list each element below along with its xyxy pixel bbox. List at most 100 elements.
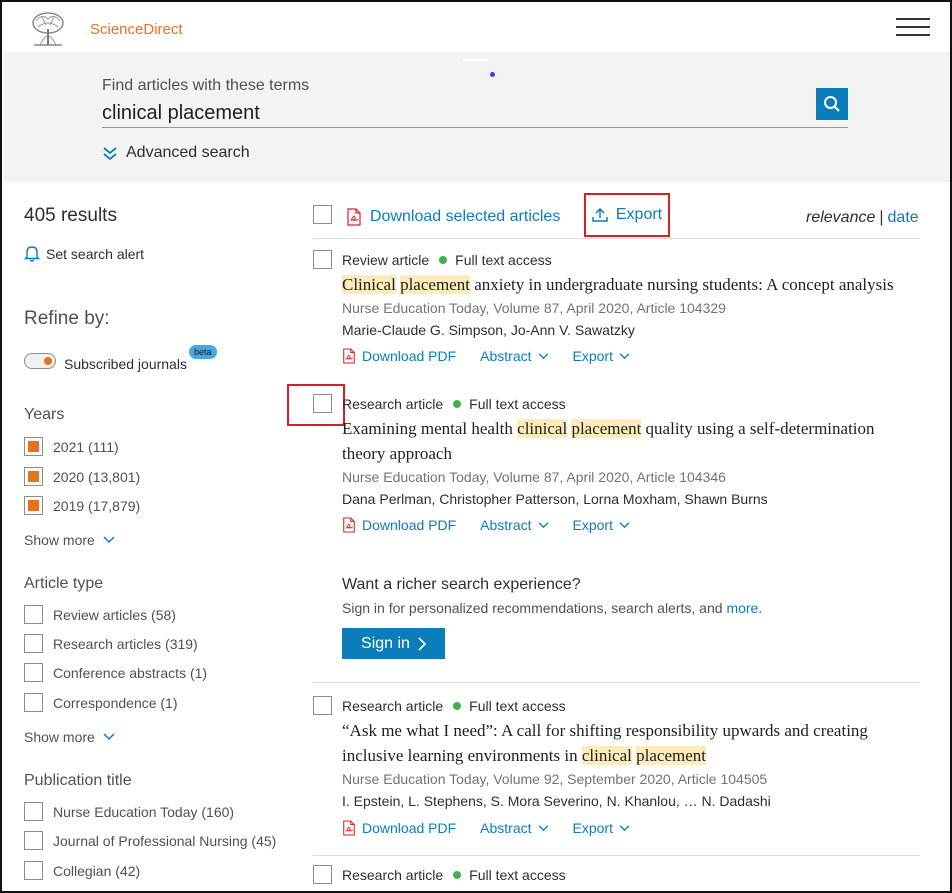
title-text: Examining mental health	[342, 419, 518, 438]
access-dot-icon	[453, 871, 462, 879]
year-filter-label: 2019 (17,879)	[53, 497, 141, 514]
article-type-filter-review[interactable]: Review articles (58)	[24, 605, 176, 624]
publication-label: Journal of Professional Nursing (45)	[53, 832, 277, 849]
year-checkbox[interactable]	[24, 467, 43, 486]
promo-subtitle: Sign in for personalized recommendations…	[342, 600, 762, 616]
publication-checkbox[interactable]	[24, 802, 43, 821]
chevron-down-icon	[538, 521, 549, 529]
year-filter-label: 2020 (13,801)	[53, 468, 141, 485]
access-dot-icon	[439, 256, 448, 264]
article-type-checkbox[interactable]	[24, 634, 43, 653]
article-select-checkbox[interactable]	[313, 250, 332, 269]
sign-in-label: Sign in	[361, 634, 410, 652]
search-underline	[102, 127, 848, 128]
promo-title: Want a richer search experience?	[342, 576, 581, 593]
years-facet-title: Years	[24, 406, 65, 423]
page-frame: ScienceDirect Find articles with these t…	[0, 0, 952, 893]
chevron-right-icon	[418, 636, 426, 651]
sort-relevance[interactable]: relevance	[806, 209, 875, 226]
advanced-search-toggle[interactable]: Advanced search	[102, 144, 250, 162]
slide-indicator-dot	[490, 72, 495, 77]
download-pdf-link[interactable]: Download PDF	[342, 820, 456, 836]
year-filter-2019[interactable]: 2019 (17,879)	[24, 496, 140, 515]
article-export-toggle[interactable]: Export	[573, 517, 630, 533]
download-pdf-link[interactable]: Download PDF	[342, 348, 456, 364]
abstract-toggle[interactable]: Abstract	[480, 348, 548, 364]
year-filter-2020[interactable]: 2020 (13,801)	[24, 467, 140, 486]
search-input[interactable]	[102, 98, 814, 128]
sign-in-button[interactable]: Sign in	[342, 628, 445, 659]
article-actions: Download PDF Abstract Export	[342, 517, 654, 533]
publication-filter-journal-professional-nursing[interactable]: Journal of Professional Nursing (45)	[24, 831, 276, 850]
set-search-alert-link[interactable]: Set search alert	[24, 245, 144, 262]
article-type-show-more[interactable]: Show more	[24, 729, 115, 745]
top-bar: ScienceDirect	[4, 4, 950, 52]
article-type: Research article	[342, 698, 444, 714]
article-access: Full text access	[469, 867, 566, 883]
year-filter-2021[interactable]: 2021 (111)	[24, 437, 119, 456]
brand-name[interactable]: ScienceDirect	[90, 21, 183, 38]
year-checkbox[interactable]	[24, 496, 43, 515]
chevron-down-icon	[103, 733, 115, 741]
article-title-link[interactable]: “Ask me what I need”: A call for shiftin…	[342, 718, 922, 768]
promo-subtitle-text: Sign in for personalized recommendations…	[342, 600, 727, 616]
sort-date-link[interactable]: date	[888, 209, 919, 226]
years-show-more[interactable]: Show more	[24, 532, 115, 548]
download-pdf-link[interactable]: Download PDF	[342, 517, 456, 533]
article-title-link[interactable]: Examining mental health clinical placeme…	[342, 416, 922, 466]
highlight-term: placement	[571, 419, 642, 438]
export-button[interactable]: Export	[584, 193, 670, 237]
article-type-filter-correspondence[interactable]: Correspondence (1)	[24, 693, 178, 712]
article-type-label: Conference abstracts (1)	[53, 664, 208, 681]
chevron-down-icon	[103, 536, 115, 544]
publication-label: Nurse Education Today (160)	[53, 803, 235, 820]
article-type-row: Research article Full text access	[342, 396, 566, 412]
year-checkbox[interactable]	[24, 437, 43, 456]
publication-checkbox[interactable]	[24, 831, 43, 850]
search-label: Find articles with these terms	[102, 77, 310, 94]
article-actions: Download PDF Abstract Export	[342, 820, 654, 836]
select-all-checkbox[interactable]	[313, 205, 332, 224]
upload-icon	[592, 208, 608, 222]
promo-more-link[interactable]: more.	[726, 600, 762, 616]
download-selected-button[interactable]: Download selected articles	[346, 208, 560, 226]
article-type-checkbox[interactable]	[24, 605, 43, 624]
elsevier-tree-logo[interactable]	[28, 11, 68, 47]
pdf-icon	[342, 820, 356, 836]
article-select-checkbox[interactable]	[313, 865, 332, 884]
article-select-checkbox[interactable]	[313, 696, 332, 715]
search-button[interactable]	[816, 88, 848, 120]
article-export-toggle[interactable]: Export	[573, 820, 630, 836]
publication-checkbox[interactable]	[24, 861, 43, 880]
double-chevron-down-icon	[102, 145, 118, 161]
sort-separator: |	[879, 209, 884, 226]
abstract-toggle[interactable]: Abstract	[480, 820, 548, 836]
export-label: Export	[615, 206, 663, 223]
export-label: Export	[572, 820, 613, 836]
article-type-filter-research[interactable]: Research articles (319)	[24, 634, 198, 653]
slide-indicator-dash	[463, 59, 488, 61]
abstract-toggle[interactable]: Abstract	[480, 517, 548, 533]
publication-filter-collegian[interactable]: Collegian (42)	[24, 861, 140, 880]
article-export-toggle[interactable]: Export	[573, 348, 630, 364]
article-title-link[interactable]: Clinical placement anxiety in undergradu…	[342, 272, 922, 297]
article-type-label: Correspondence (1)	[53, 694, 178, 711]
subscribed-journals-toggle[interactable]	[24, 353, 56, 369]
show-more-label: Show more	[24, 729, 95, 745]
article-authors: Marie-Claude G. Simpson, Jo-Ann V. Sawat…	[342, 322, 635, 338]
hamburger-menu-icon[interactable]	[896, 18, 930, 40]
chevron-down-icon	[538, 352, 549, 360]
refine-title: Refine by:	[24, 308, 110, 329]
article-type-checkbox[interactable]	[24, 693, 43, 712]
year-filter-label: 2021 (111)	[53, 438, 119, 455]
publication-filter-nurse-education-today[interactable]: Nurse Education Today (160)	[24, 802, 234, 821]
article-type-filter-conference[interactable]: Conference abstracts (1)	[24, 663, 207, 682]
article-select-checkbox[interactable]	[313, 394, 332, 413]
article-type-checkbox[interactable]	[24, 663, 43, 682]
article-type-row: Review article Full text access	[342, 252, 552, 268]
export-label: Export	[572, 348, 613, 364]
download-pdf-label: Download PDF	[362, 517, 457, 533]
chevron-down-icon	[619, 521, 630, 529]
subscribed-journals-row: Subscribed journals beta	[24, 345, 217, 372]
publication-facet-title: Publication title	[24, 772, 132, 789]
